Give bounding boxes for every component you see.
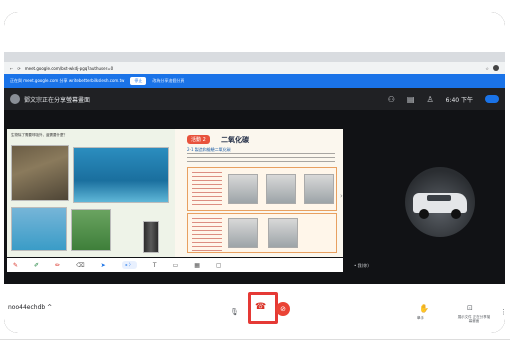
experiment-photo [268, 218, 298, 248]
meeting-code-text: noo44echdb [8, 304, 46, 311]
slide-body-text [187, 153, 335, 163]
annotation-toolbar: ✎ ✐ ✏ ⌫ ➤ ▸ 〉 T ▭ ▦ ▢ [7, 258, 343, 272]
experiment-steps [192, 218, 222, 252]
presenter-avatar [10, 94, 20, 104]
share-this-tab-link[interactable]: 改為分享這個分頁 [152, 78, 184, 84]
tab-strip [4, 52, 505, 62]
car-wheel [451, 209, 461, 219]
car-wheel [419, 209, 429, 219]
back-arrow-icon[interactable]: ← [10, 66, 13, 71]
bottom-divider [0, 339, 510, 340]
profile-avatar[interactable] [493, 65, 499, 71]
meet-header: 鄧文宗正在分享螢幕畫面 ⚇ ▤ ♙ 6:40 下午 [4, 88, 505, 110]
slide-caption: 生物除了需要呼吸外，還需要什麼？ [11, 133, 67, 137]
activity-title: 二氧化碳 [221, 136, 249, 144]
address-bar[interactable]: ← ⟳ meet.google.com/bxt-wkdj-pgq?authuse… [4, 62, 505, 74]
experiment-box [187, 167, 337, 211]
chat-icon[interactable]: ▤ [407, 95, 415, 104]
car-window [427, 195, 451, 201]
presentation-title: 鄧文宗正在分享螢幕畫面 [24, 96, 91, 104]
self-avatar[interactable] [485, 95, 499, 103]
experiment-steps [192, 172, 222, 206]
meet-control-bar: noo44echdb ^ 🎙 ☎ ⊘ ✋ 舉手 ⊡ 展示文件 正在分享螢幕畫面 … [4, 284, 505, 333]
experiment-photo [266, 174, 296, 204]
address-bar-actions: ☆ [485, 65, 499, 71]
activity-badge: 活動 2 [187, 135, 210, 144]
canister-photo [143, 221, 159, 253]
layout-icon[interactable]: ⚇ [388, 95, 395, 104]
experiment-photo [304, 174, 334, 204]
diver-photo [73, 147, 169, 203]
phone-hangup-icon[interactable]: ☎ [255, 302, 266, 312]
text-icon[interactable]: T [153, 262, 157, 269]
reload-icon[interactable]: ⟳ [17, 66, 20, 71]
url-text[interactable]: meet.google.com/bxt-wkdj-pgq?authuser=0 [25, 66, 113, 71]
camera-off-icon[interactable]: ⊘ [276, 302, 290, 316]
presentation-stage: 生物除了需要呼吸外，還需要什麼？ 活動 2 二氧化碳 2-1 製造和檢驗二氧化碳 [4, 110, 505, 278]
meeting-code[interactable]: noo44echdb ^ [8, 304, 52, 311]
experiment-photo [228, 218, 258, 248]
participant-tile[interactable] [405, 167, 475, 237]
highlighter-icon[interactable]: ✏ [55, 262, 60, 269]
fish-photo [11, 207, 67, 251]
slide-right-page: 活動 2 二氧化碳 2-1 製造和檢驗二氧化碳 [175, 129, 343, 257]
marker-icon[interactable]: ✐ [34, 262, 39, 269]
monkey-photo [11, 145, 69, 201]
page-selector[interactable]: ▸ 〉 [121, 261, 137, 269]
shape-icon[interactable]: ▭ [173, 262, 179, 269]
chevron-up-icon: ^ [47, 304, 53, 311]
window-top-area [4, 12, 505, 52]
raise-hand-label: 舉手 [417, 316, 424, 320]
pointer-icon[interactable]: ➤ [101, 262, 106, 269]
clock: 6:40 下午 [445, 96, 473, 104]
star-icon[interactable]: ☆ [485, 66, 489, 71]
stop-sharing-button[interactable]: 停止 [130, 77, 147, 85]
window-icon[interactable]: ▢ [216, 262, 222, 269]
header-icons: ⚇ ▤ ♙ 6:40 下午 [388, 95, 499, 104]
people-icon[interactable]: ♙ [426, 95, 433, 104]
experiment-box [187, 213, 337, 253]
raise-hand-icon[interactable]: ✋ [419, 304, 429, 313]
browser-window: ← ⟳ meet.google.com/bxt-wkdj-pgq?authuse… [4, 12, 505, 333]
present-label: 展示文件 正在分享螢幕畫面 [457, 315, 491, 323]
plant-photo [71, 209, 111, 251]
eraser-icon[interactable]: ⌫ [76, 262, 84, 269]
more-vertical-icon[interactable]: ⋮ [500, 308, 505, 316]
microphone-icon[interactable]: 🎙 [230, 308, 239, 316]
grid-icon[interactable]: ▦ [194, 262, 200, 269]
experiment-photo [228, 174, 258, 204]
slide-left-page: 生物除了需要呼吸外，還需要什麼？ [7, 129, 175, 257]
chevron-right-icon[interactable]: › [340, 192, 343, 200]
present-icon[interactable]: ⊡ [467, 304, 473, 312]
sharing-banner: 正在與 meet.google.com 分享 writebetterbilksl… [4, 74, 505, 88]
shared-slide: 生物除了需要呼吸外，還需要什麼？ 活動 2 二氧化碳 2-1 製造和檢驗二氧化碳 [7, 129, 343, 257]
sharing-banner-text: 正在與 meet.google.com 分享 writebetterbilksl… [10, 78, 125, 83]
pen-icon[interactable]: ✎ [13, 262, 18, 269]
self-view-label: • 我(你) [354, 263, 369, 268]
